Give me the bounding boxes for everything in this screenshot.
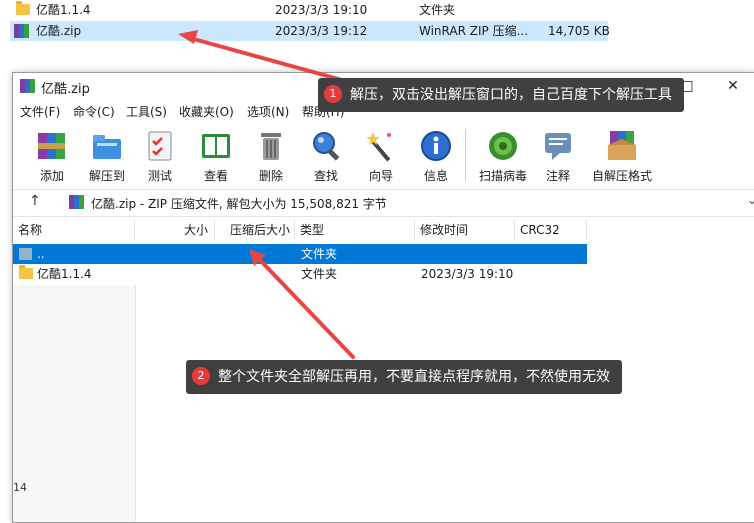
arrow-1 xyxy=(178,30,344,82)
arrow-2 xyxy=(249,249,355,359)
annotation-callout-2: 2 整个文件夹全部解压再用，不要直接点程序就用，不然使用无效 xyxy=(186,360,622,394)
annotation-callout-1: 1 解压，双击没出解压窗口的，自己百度下个解压工具 xyxy=(318,78,684,112)
annotation-badge: 2 xyxy=(192,367,210,385)
annotation-text: 解压，双击没出解压窗口的，自己百度下个解压工具 xyxy=(350,87,672,103)
annotation-badge: 1 xyxy=(324,85,342,103)
annotation-text: 整个文件夹全部解压再用，不要直接点程序就用，不然使用无效 xyxy=(218,369,610,385)
